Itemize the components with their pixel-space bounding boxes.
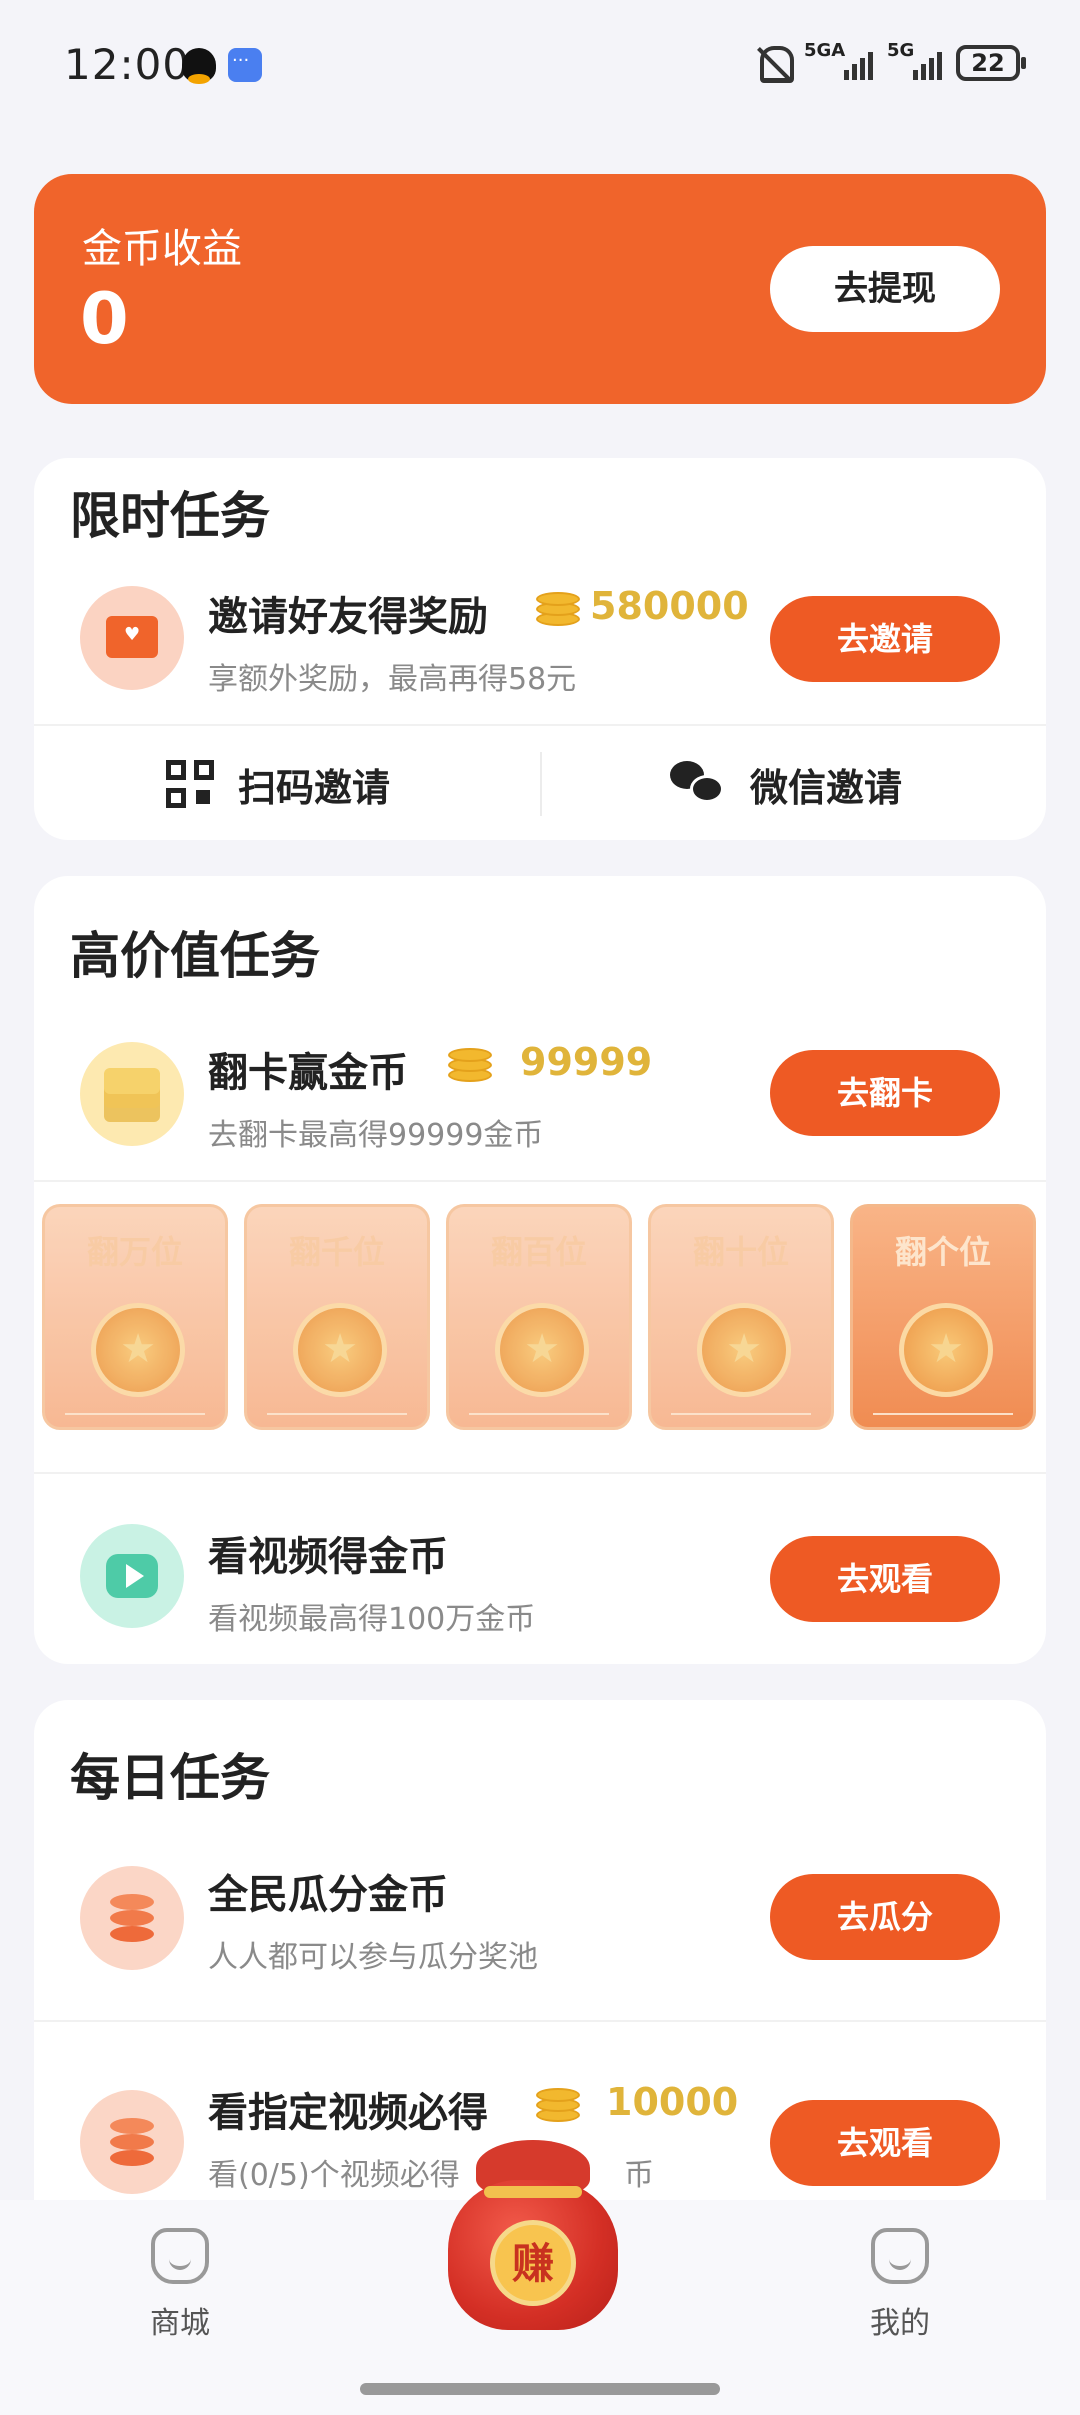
battery-icon: 22 [956,45,1026,81]
watch-video-button[interactable]: 去观看 [770,1536,1000,1622]
invite-task-desc: 享额外奖励，最高再得58元 [208,662,577,697]
high-value-tasks-title: 高价值任务 [70,927,320,985]
invite-envelope-icon: ♥ [80,586,184,690]
status-time: 12:00 [64,40,191,89]
star-coin-icon [697,1303,791,1397]
watch-specified-video-button[interactable]: 去观看 [770,2100,1000,2186]
video-play-icon [80,1524,184,1628]
qq-icon [182,48,216,84]
flip-card-thousands[interactable]: 翻千位 [244,1204,430,1430]
coin-earnings-card: 金币收益 0 去提现 [34,174,1046,404]
flip-task-name: 翻卡赢金币 [208,1050,408,1096]
earn-label: 赚 [490,2220,576,2306]
signal-5ga-icon: 5GA [804,40,873,80]
specified-video-task-desc-tail: 币 [624,2158,654,2193]
star-coin-icon [495,1303,589,1397]
wechat-invite-button[interactable]: 微信邀请 [670,728,902,840]
invite-button[interactable]: 去邀请 [770,596,1000,682]
share-task-desc: 人人都可以参与瓜分奖池 [208,1940,538,1975]
flip-reward: 99999 [520,1040,653,1084]
coin-earnings-title: 金币收益 [82,226,242,272]
specified-video-task-name: 看指定视频必得 [208,2090,488,2136]
flip-card-label: 翻万位 [86,1233,183,1271]
network-label-1: 5GA [804,40,846,61]
video-task-name: 看视频得金币 [208,1534,448,1580]
scan-invite-button[interactable]: 扫码邀请 [166,728,390,840]
nav-mall[interactable]: 商城 [110,2228,250,2342]
status-indicators: 5GA 5G 22 [756,40,1026,83]
star-coin-icon [91,1303,185,1397]
divider [34,1472,1046,1474]
invite-methods-row: 扫码邀请 微信邀请 [34,728,1046,840]
scan-invite-label: 扫码邀请 [238,765,391,810]
profile-icon [871,2228,929,2284]
bell-off-icon [756,44,794,83]
layers-icon [80,1042,184,1146]
separator [540,752,542,816]
flip-card-label: 翻千位 [288,1233,385,1271]
limited-tasks-card: 限时任务 ♥ 邀请好友得奖励 580000 享额外奖励，最高再得58元 去邀请 … [34,458,1046,840]
flip-button[interactable]: 去翻卡 [770,1050,1000,1136]
share-button[interactable]: 去瓜分 [770,1874,1000,1960]
flip-card-ten-thousands[interactable]: 翻万位 [42,1204,228,1430]
invite-reward: 580000 [590,584,749,628]
divider [34,2020,1046,2022]
specified-video-task-desc: 看(0/5)个视频必得 [208,2158,460,2193]
star-coin-icon [899,1303,993,1397]
divider [34,1180,1046,1182]
flip-card-hundreds[interactable]: 翻百位 [446,1204,632,1430]
coin-stack-icon [536,2088,580,2124]
coin-stack-orange-icon [80,2090,184,2194]
home-indicator[interactable] [360,2383,720,2395]
flip-card-tens[interactable]: 翻十位 [648,1204,834,1430]
limited-tasks-title: 限时任务 [70,487,270,545]
coin-stack-orange-icon [80,1866,184,1970]
earn-lucky-bag-button[interactable]: 赚 [448,2140,618,2330]
divider [34,724,1046,726]
specified-video-reward: 10000 [606,2080,739,2124]
withdraw-button[interactable]: 去提现 [770,246,1000,332]
wechat-icon [670,761,726,807]
flip-card-label: 翻个位 [894,1233,991,1271]
nav-mine-label: 我的 [870,2306,930,2341]
daily-tasks-title: 每日任务 [70,1749,270,1807]
share-task-name: 全民瓜分金币 [208,1872,448,1918]
flip-task-desc: 去翻卡最高得99999金币 [208,1118,544,1153]
invite-task-name: 邀请好友得奖励 [208,594,488,640]
coin-stack-icon [536,592,580,628]
wechat-invite-label: 微信邀请 [750,765,903,810]
coin-earnings-value: 0 [80,278,129,360]
signal-5g-icon: 5G [887,40,942,80]
nav-mine[interactable]: 我的 [830,2228,970,2342]
coin-stack-icon [448,1048,492,1084]
network-label-2: 5G [887,40,915,61]
status-bar: 12:00 5GA 5G 22 [0,0,1080,130]
flip-card-label: 翻十位 [692,1233,789,1271]
nav-mall-label: 商城 [150,2306,210,2341]
message-icon [228,48,262,82]
mall-icon [151,2228,209,2284]
qr-code-icon [166,760,214,808]
video-task-desc: 看视频最高得100万金币 [208,1602,536,1637]
flip-card-ones[interactable]: 翻个位 [850,1204,1036,1430]
flip-card-label: 翻百位 [490,1233,587,1271]
star-coin-icon [293,1303,387,1397]
